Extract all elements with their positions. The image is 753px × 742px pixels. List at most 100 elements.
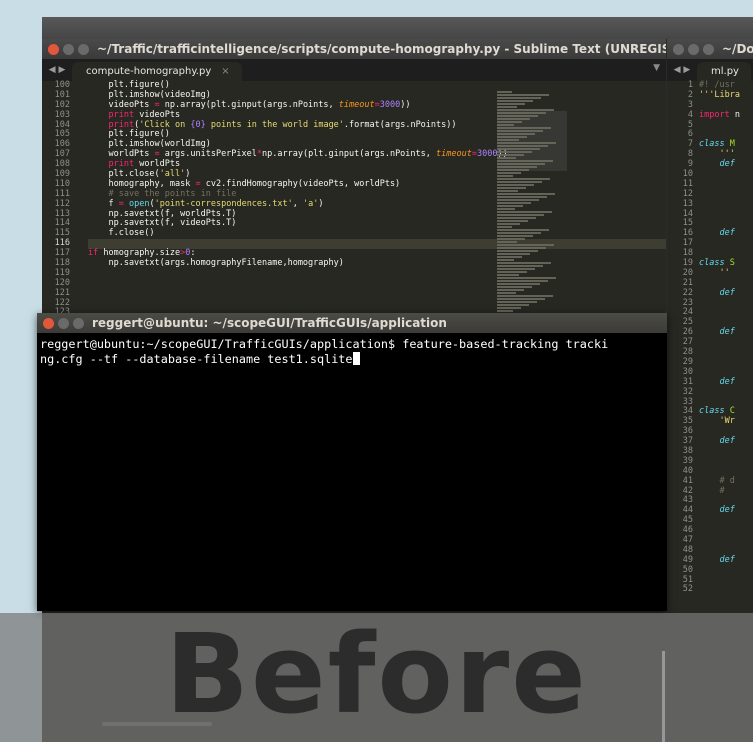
maximize-icon[interactable]	[73, 317, 84, 329]
caption-label: Before	[165, 610, 588, 738]
minimap-line	[497, 205, 523, 207]
code-line: 'Wr	[719, 416, 735, 427]
minimize-icon[interactable]	[688, 43, 699, 55]
minimap-line	[497, 163, 545, 165]
close-icon[interactable]	[43, 317, 54, 329]
minimap-line	[497, 154, 524, 156]
terminal-window[interactable]: reggert@ubuntu: ~/scopeGUI/TrafficGUIs/a…	[37, 313, 667, 611]
minimap-line	[497, 229, 549, 231]
minimap-line	[497, 169, 529, 171]
minimap-line	[497, 124, 514, 126]
minimap-line	[497, 220, 528, 222]
tab-nav-icons[interactable]: ◀ ▶	[667, 65, 697, 75]
terminal-title: reggert@ubuntu: ~/scopeGUI/TrafficGUIs/a…	[92, 316, 447, 330]
minimap[interactable]	[497, 91, 557, 351]
minimap-line	[497, 265, 543, 267]
close-icon[interactable]	[673, 43, 684, 55]
minimap-line	[497, 118, 530, 120]
minimap-line	[497, 187, 526, 189]
minimap-line	[497, 304, 529, 306]
minimap-line	[497, 112, 546, 114]
tab-dropdown-icon[interactable]: ▼	[653, 63, 660, 73]
code-line: def	[719, 505, 735, 516]
minimap-line	[497, 148, 540, 150]
minimap-line	[497, 175, 513, 177]
minimize-icon[interactable]	[63, 43, 74, 55]
minimap-line	[497, 151, 532, 153]
terminal-line: ng.cfg --tf --database-filename test1.sq…	[40, 352, 667, 367]
window-titlebar[interactable]: ~/Traffic/trafficintelligence/scripts/co…	[42, 39, 666, 59]
minimize-icon[interactable]	[58, 317, 69, 329]
code-line: def	[719, 228, 735, 239]
top-panel	[42, 17, 753, 39]
maximize-icon[interactable]	[78, 43, 89, 55]
minimap-line	[497, 280, 548, 282]
maximize-icon[interactable]	[703, 43, 714, 55]
minimap-line	[497, 310, 513, 312]
minimap-line	[497, 244, 554, 246]
minimap-line	[497, 256, 522, 258]
close-icon[interactable]	[48, 43, 59, 55]
minimap-line	[497, 100, 533, 102]
minimap-line	[497, 208, 515, 210]
minimap-line	[497, 139, 519, 141]
minimap-line	[497, 133, 535, 135]
terminal-output[interactable]: reggert@ubuntu:~/scopeGUI/TrafficGUIs/ap…	[37, 333, 667, 367]
minimap-line	[497, 157, 516, 159]
minimap-line	[497, 211, 552, 213]
code-line: '''Libra	[699, 89, 740, 100]
minimap-line	[497, 298, 545, 300]
code-area[interactable]: plt.figure() plt.imshow(videoImg) videoP…	[88, 80, 666, 269]
minimap-line	[497, 250, 538, 252]
back-arrow-icon[interactable]: ◀	[49, 65, 56, 75]
minimap-line	[497, 196, 547, 198]
minimap-line	[497, 184, 534, 186]
code-area-right[interactable]: #! /usr '''Libra import n class M ''' de…	[699, 80, 753, 566]
minimap-line	[497, 181, 542, 183]
minimap-line	[497, 145, 548, 147]
tab-bar-right: ◀ ▶ ml.py	[667, 59, 753, 81]
minimap-line	[497, 232, 541, 234]
minimap-line	[497, 271, 527, 273]
terminal-titlebar[interactable]: reggert@ubuntu: ~/scopeGUI/TrafficGUIs/a…	[37, 313, 667, 333]
code-line: def	[719, 287, 735, 298]
terminal-line: reggert@ubuntu:~/scopeGUI/TrafficGUIs/ap…	[40, 337, 609, 351]
window-title: ~/Traffic/trafficintelligence/scripts/co…	[97, 42, 666, 56]
code-line: #	[719, 485, 725, 496]
code-line: def	[719, 436, 735, 447]
minimap-line	[497, 136, 527, 138]
code-line: import n	[699, 109, 740, 120]
tab-bar: ◀ ▶ compute-homography.py × ▼	[42, 59, 666, 81]
tab-ml[interactable]: ml.py	[697, 62, 751, 81]
minimap-line	[497, 217, 536, 219]
tab-compute-homography[interactable]: compute-homography.py ×	[72, 62, 242, 81]
minimap-line	[497, 160, 553, 162]
minimap-line	[497, 190, 518, 192]
tab-nav-icons[interactable]: ◀ ▶	[42, 65, 72, 75]
forward-arrow-icon[interactable]: ▶	[58, 65, 65, 75]
minimap-line	[497, 103, 525, 105]
minimap-line	[497, 235, 533, 237]
code-line: def	[719, 159, 735, 170]
code-line: print('Click on {0} points in the world …	[108, 119, 457, 130]
minimap-line	[497, 283, 540, 285]
minimap-line	[497, 301, 537, 303]
window-titlebar-right[interactable]: ~/Do	[667, 39, 753, 59]
minimap-line	[497, 262, 551, 264]
terminal-command: ng.cfg --tf --database-filename test1.sq…	[40, 352, 353, 366]
minimap-line	[497, 202, 531, 204]
minimap-line	[497, 295, 553, 297]
minimap-line	[497, 286, 532, 288]
minimap-line	[497, 130, 543, 132]
tab-close-icon[interactable]: ×	[221, 66, 229, 77]
